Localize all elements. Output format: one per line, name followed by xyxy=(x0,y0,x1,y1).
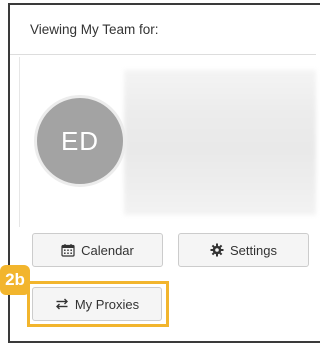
gear-icon xyxy=(210,243,224,257)
my-proxies-button-label: My Proxies xyxy=(74,296,140,312)
calendar-icon xyxy=(61,244,75,257)
team-header: Viewing My Team for: xyxy=(10,5,316,55)
calendar-button[interactable]: Calendar xyxy=(32,233,163,267)
obscured-user-details xyxy=(124,70,316,215)
settings-button[interactable]: Settings xyxy=(178,233,309,267)
settings-button-label: Settings xyxy=(230,242,277,258)
swap-arrows-icon xyxy=(55,298,68,310)
page-title: Viewing My Team for: xyxy=(30,22,159,37)
my-proxies-button[interactable]: My Proxies xyxy=(32,287,162,321)
calendar-button-label: Calendar xyxy=(81,242,134,258)
avatar: ED xyxy=(34,95,126,187)
screenshot-frame: Viewing My Team for: ED Calendar Setting… xyxy=(0,0,320,349)
step-badge: 2b xyxy=(0,265,30,295)
